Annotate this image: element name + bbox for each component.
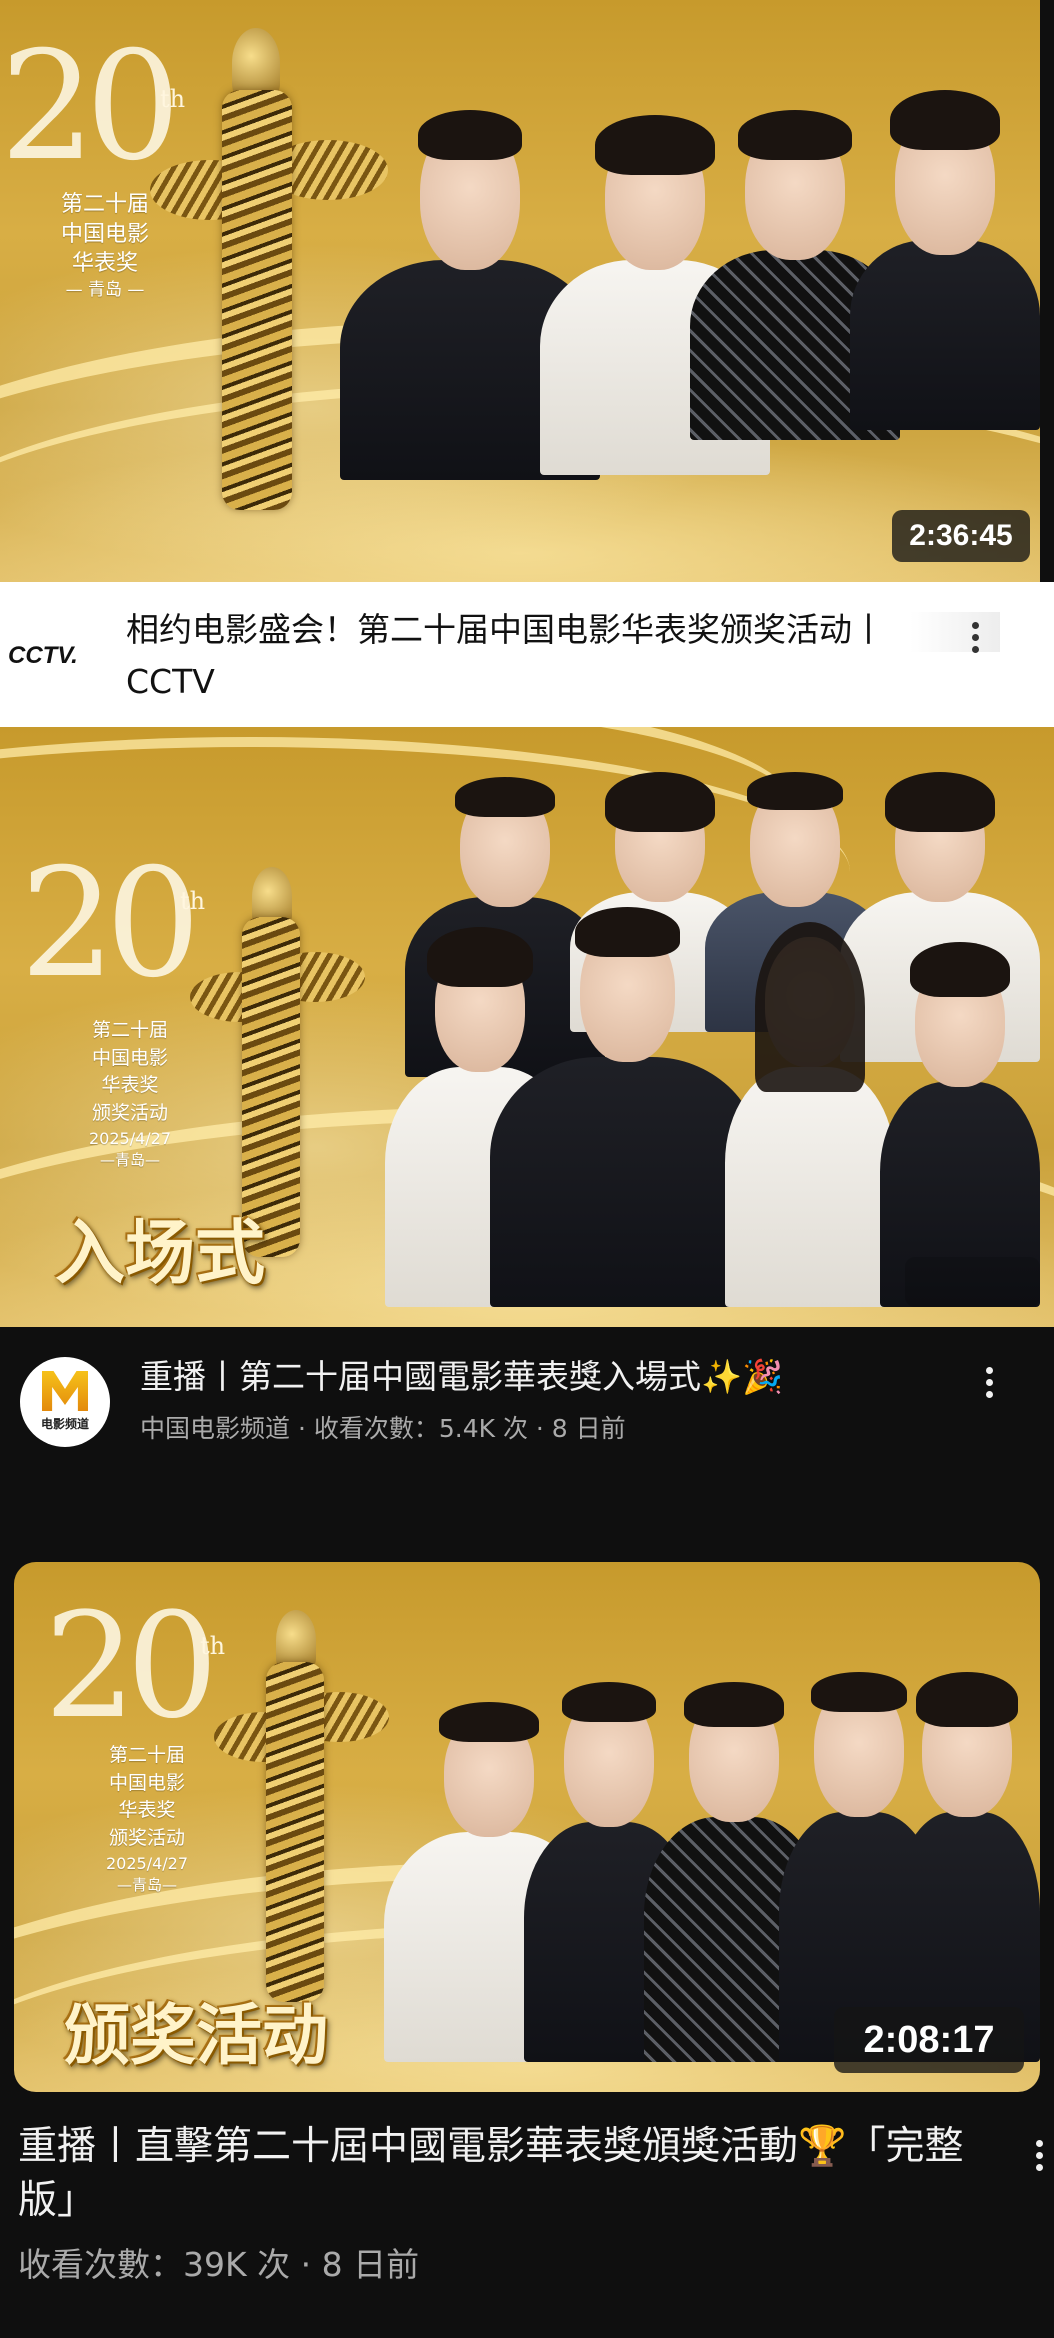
cctv-logo-text: CCTV. — [8, 642, 78, 669]
video1-info: CCTV. 相约电影盛会！第二十届中国电影华表奖颁奖活动丨CCTV — [0, 582, 1054, 727]
caption-line: 颁奖活动 — [91, 1101, 168, 1124]
video-title[interactable]: 重播丨第二十届中國電影華表獎入場式✨🎉 — [140, 1355, 940, 1399]
caption-line: 华表奖 — [71, 251, 138, 277]
huabiao-pillar — [222, 90, 292, 510]
video2-info: 电影频道 重播丨第二十届中國電影華表獎入場式✨🎉 中国电影频道 · 收看次數：5… — [0, 1327, 1054, 1447]
huabiao-pillar — [266, 1662, 324, 2002]
channel-avatar[interactable]: 电影频道 — [20, 1357, 110, 1447]
thumb-th: th — [200, 1632, 226, 1660]
caption-line: 2025/4/27 — [88, 1129, 172, 1149]
caption-line: 华表奖 — [101, 1074, 159, 1097]
guest-photo — [490, 907, 760, 1307]
caption-line: 中国电影 — [108, 1771, 185, 1794]
title-overflow-fade — [910, 612, 1000, 652]
caption-line: 第二十届 — [91, 1019, 168, 1041]
guest-photo — [880, 942, 1040, 1307]
thumb-banner-text: 颁奖活动 — [64, 1982, 328, 2078]
caption-line: — 青岛 — — [65, 280, 145, 301]
video-title[interactable]: 相约电影盛会！第二十届中国电影华表奖颁奖活动丨CCTV — [126, 604, 956, 708]
caption-line: 中国电影 — [91, 1046, 168, 1069]
video-meta: 中国电影频道 · 收看次數：5.4K 次 · 8 日前 — [140, 1414, 626, 1443]
caption-line: —青岛— — [99, 1151, 160, 1170]
thumb-20-numeral: 20 — [44, 1582, 218, 1751]
video-title[interactable]: 重播丨直擊第二十屆中國電影華表獎頒獎活動🏆「完整版」 — [18, 2120, 968, 2228]
huabiao-top — [232, 28, 280, 98]
guest-photo — [850, 90, 1040, 430]
caption-line: 第二十届 — [108, 1744, 185, 1766]
video-meta: 收看次數：39K 次 · 8 日前 — [18, 2245, 420, 2284]
channel-logo[interactable]: CCTV. — [8, 642, 108, 672]
thumb-20-numeral: 20 — [20, 837, 201, 1011]
thumb-banner-text: 入场式 — [55, 1197, 265, 1298]
thumb-caption: 第二十届 中国电影 华表奖 — 青岛 — — [30, 190, 180, 302]
guest-photo — [725, 922, 895, 1307]
channel-avatar-m-icon — [42, 1371, 88, 1411]
thumb-caption: 第二十届 中国电影 华表奖 颁奖活动 2025/4/27 —青岛— — [55, 1017, 205, 1172]
guest-photo — [894, 1672, 1040, 2062]
more-vert-icon[interactable] — [1034, 2140, 1044, 2176]
caption-line: 中国电影 — [60, 221, 149, 247]
caption-line: —青岛— — [116, 1876, 177, 1895]
channel-avatar-text: 电影频道 — [40, 1417, 89, 1431]
more-vert-icon[interactable] — [984, 1367, 994, 1403]
caption-line: 华表奖 — [118, 1799, 176, 1822]
thumb-th: th — [160, 85, 186, 113]
caption-line: 2025/4/27 — [105, 1854, 189, 1874]
video3-thumbnail[interactable]: 20 th 第二十届 中国电影 华表奖 颁奖活动 2025/4/27 —青岛— … — [14, 1562, 1040, 2092]
more-vert-icon[interactable] — [970, 622, 980, 658]
thumb-th: th — [180, 887, 206, 915]
thumb-overlay-chip — [905, 1257, 1040, 1307]
video3-info: 重播丨直擊第二十屆中國電影華表獎頒獎活動🏆「完整版」 收看次數：39K 次 · … — [0, 2110, 1054, 2338]
video1-thumbnail[interactable]: 20 th 第二十届 中国电影 华表奖 — 青岛 — 2:36:45 — [0, 0, 1040, 582]
video2-thumbnail[interactable]: 20 th 第二十届 中国电影 华表奖 颁奖活动 2025/4/27 —青岛— — [0, 727, 1054, 1327]
video-duration: 2:36:45 — [892, 510, 1030, 562]
thumb-caption: 第二十届 中国电影 华表奖 颁奖活动 2025/4/27 —青岛— — [72, 1742, 222, 1897]
video-duration: 2:08:17 — [834, 2007, 1024, 2073]
huabiao-top — [276, 1610, 316, 1670]
thumb-20-numeral: 20 — [0, 20, 181, 194]
caption-line: 颁奖活动 — [108, 1826, 185, 1849]
